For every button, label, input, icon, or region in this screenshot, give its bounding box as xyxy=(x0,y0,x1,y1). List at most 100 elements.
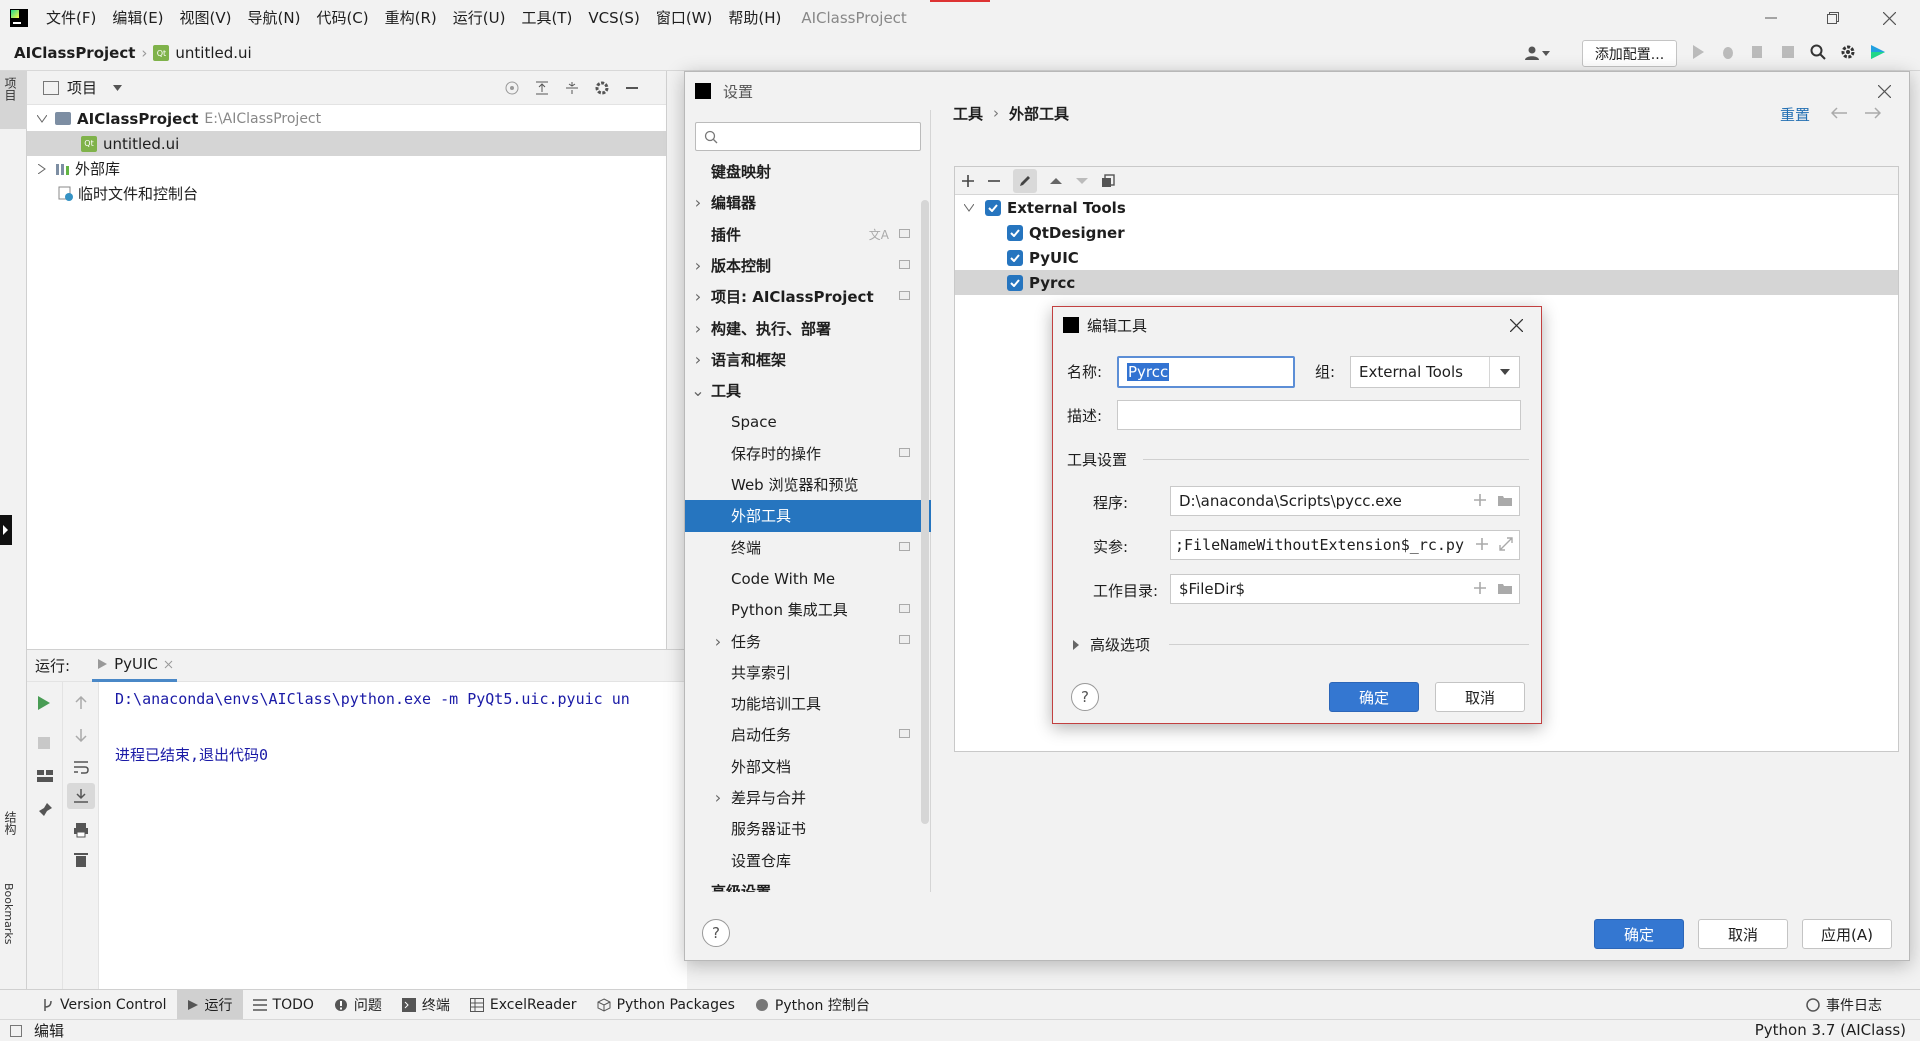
debug-icon[interactable] xyxy=(1720,44,1736,60)
hide-icon[interactable] xyxy=(624,80,640,96)
menu-vcs[interactable]: VCS(S) xyxy=(580,0,647,36)
menu-tools[interactable]: 工具(T) xyxy=(513,0,580,36)
program-input[interactable]: D:\anaconda\Scripts\pycc.exe xyxy=(1170,486,1520,516)
tree-external-libs-row[interactable]: 外部库 xyxy=(27,156,666,181)
tool-window-terminal[interactable]: 终端 xyxy=(392,990,460,1020)
group-combobox[interactable]: External Tools xyxy=(1350,356,1520,388)
structure-tab[interactable]: 结构 xyxy=(2,811,19,835)
search-icon[interactable] xyxy=(1810,44,1826,60)
name-input[interactable]: Pyrcc xyxy=(1117,356,1295,388)
menu-file[interactable]: 文件(F) xyxy=(38,0,104,36)
settings-nav-item[interactable]: Code With Me xyxy=(685,563,931,594)
edit-tool-button[interactable] xyxy=(1013,168,1037,193)
chevron-right-icon[interactable]: › xyxy=(689,319,707,338)
tree-file-row[interactable]: Qt untitled.ui xyxy=(27,131,666,156)
scroll-to-end-toggle[interactable] xyxy=(67,783,95,809)
group-dropdown-arrow[interactable] xyxy=(1489,357,1519,387)
expand-handle[interactable] xyxy=(0,515,12,545)
settings-nav-item[interactable]: 键盘映射 xyxy=(685,156,931,187)
settings-nav-item[interactable]: › 差异与合并 xyxy=(685,782,931,813)
settings-nav-item[interactable]: Space xyxy=(685,406,931,437)
settings-nav-item[interactable]: › 编辑器 xyxy=(685,187,931,218)
menu-view[interactable]: 视图(V) xyxy=(172,0,240,36)
chevron-right-icon[interactable]: › xyxy=(709,632,727,651)
close-icon[interactable] xyxy=(164,660,173,669)
locate-icon[interactable] xyxy=(504,80,520,96)
close-window-button[interactable] xyxy=(1858,0,1920,36)
menu-run[interactable]: 运行(U) xyxy=(445,0,514,36)
tree-scratches-row[interactable]: 临时文件和控制台 xyxy=(27,181,666,206)
settings-nav-item[interactable]: 终端 xyxy=(685,532,931,563)
close-icon[interactable] xyxy=(1510,319,1523,332)
menu-edit[interactable]: 编辑(E) xyxy=(104,0,171,36)
forward-arrow-icon[interactable] xyxy=(1865,107,1881,119)
settings-nav-item[interactable]: ⌄ 工具 xyxy=(685,375,931,406)
tool-window-python-packages[interactable]: Python Packages xyxy=(587,990,745,1020)
tool-row-pyuic[interactable]: PyUIC xyxy=(955,245,1898,270)
tree-root-row[interactable]: AIClassProject E:\AIClassProject xyxy=(27,106,666,131)
menu-help[interactable]: 帮助(H) xyxy=(720,0,789,36)
expand-icon[interactable] xyxy=(1499,537,1513,551)
pin-icon[interactable] xyxy=(37,802,53,818)
settings-nav-item[interactable]: › 构建、执行、部署 xyxy=(685,312,931,343)
chevron-down-icon[interactable] xyxy=(113,84,123,91)
stop-icon[interactable] xyxy=(1780,44,1796,60)
menu-code[interactable]: 代码(C) xyxy=(308,0,376,36)
user-menu[interactable] xyxy=(1524,42,1550,64)
arrow-up-icon[interactable] xyxy=(74,696,88,710)
edit-tool-help-button[interactable]: ? xyxy=(1071,683,1099,711)
tool-row-qtdesigner[interactable]: QtDesigner xyxy=(955,220,1898,245)
tool-checkbox[interactable] xyxy=(1007,249,1023,266)
event-log-button[interactable]: 事件日志 xyxy=(1796,990,1892,1020)
insert-macro-icon[interactable] xyxy=(1475,537,1489,551)
tool-window-run[interactable]: 运行 xyxy=(176,989,243,1020)
tool-checkbox[interactable] xyxy=(1007,224,1023,241)
back-arrow-icon[interactable] xyxy=(1831,107,1847,119)
settings-nav-item[interactable]: › 项目: AIClassProject xyxy=(685,281,931,312)
settings-nav-item[interactable]: 保存时的操作 xyxy=(685,438,931,469)
tool-window-todo[interactable]: TODO xyxy=(243,990,324,1020)
tool-window-version-control[interactable]: Version Control xyxy=(32,990,177,1020)
settings-nav-item[interactable]: Python 集成工具 xyxy=(685,594,931,625)
reset-link[interactable]: 重置 xyxy=(1780,104,1810,125)
folder-browse-icon[interactable] xyxy=(1497,493,1513,507)
breadcrumb-project[interactable]: AIClassProject xyxy=(14,44,135,62)
add-icon[interactable] xyxy=(961,174,975,188)
tool-checkbox[interactable] xyxy=(1007,274,1023,291)
breadcrumb-tools[interactable]: 工具 xyxy=(953,103,983,124)
settings-ok-button[interactable]: 确定 xyxy=(1594,919,1684,949)
settings-search-field[interactable] xyxy=(695,122,921,151)
settings-nav-item[interactable]: 设置仓库 xyxy=(685,845,931,876)
print-icon[interactable] xyxy=(73,822,89,838)
settings-nav-item[interactable]: 功能培训工具 xyxy=(685,688,931,719)
menu-window[interactable]: 窗口(W) xyxy=(648,0,721,36)
settings-nav-item[interactable]: 共享索引 xyxy=(685,657,931,688)
gear-icon[interactable] xyxy=(1840,44,1856,60)
settings-nav-scrollbar[interactable] xyxy=(921,200,929,824)
settings-nav-item[interactable]: 高级设置 xyxy=(685,876,931,892)
working-directory-input[interactable]: $FileDir$ xyxy=(1170,574,1520,604)
settings-nav-item[interactable]: 外部文档 xyxy=(685,751,931,782)
tool-window-excelreader[interactable]: ExcelReader xyxy=(460,990,587,1020)
restore-button[interactable] xyxy=(1802,0,1864,36)
menu-refactor[interactable]: 重构(R) xyxy=(377,0,445,36)
insert-macro-icon[interactable] xyxy=(1473,581,1487,595)
jetbrains-toolbox-icon[interactable] xyxy=(1870,44,1886,60)
settings-cancel-button[interactable]: 取消 xyxy=(1698,919,1788,949)
add-configuration-button[interactable]: 添加配置... xyxy=(1582,40,1677,67)
folder-browse-icon[interactable] xyxy=(1497,581,1513,595)
chevron-right-icon[interactable]: › xyxy=(689,350,707,369)
description-input[interactable] xyxy=(1117,400,1521,430)
move-down-icon[interactable] xyxy=(1075,174,1089,188)
tool-row-pyrcc[interactable]: Pyrcc xyxy=(955,270,1898,295)
copy-icon[interactable] xyxy=(1101,173,1115,188)
stop-icon[interactable] xyxy=(38,737,50,749)
tool-window-problems[interactable]: 问题 xyxy=(324,990,392,1020)
settings-nav-item[interactable]: 外部工具 xyxy=(685,500,931,532)
insert-macro-icon[interactable] xyxy=(1473,493,1487,507)
advanced-options-toggle[interactable]: 高级选项 xyxy=(1073,634,1150,655)
settings-apply-button[interactable]: 应用(A) xyxy=(1802,919,1892,949)
edit-tool-ok-button[interactable]: 确定 xyxy=(1329,682,1419,712)
menu-navigate[interactable]: 导航(N) xyxy=(240,0,309,36)
toggle-tool-windows-icon[interactable] xyxy=(10,1024,22,1037)
